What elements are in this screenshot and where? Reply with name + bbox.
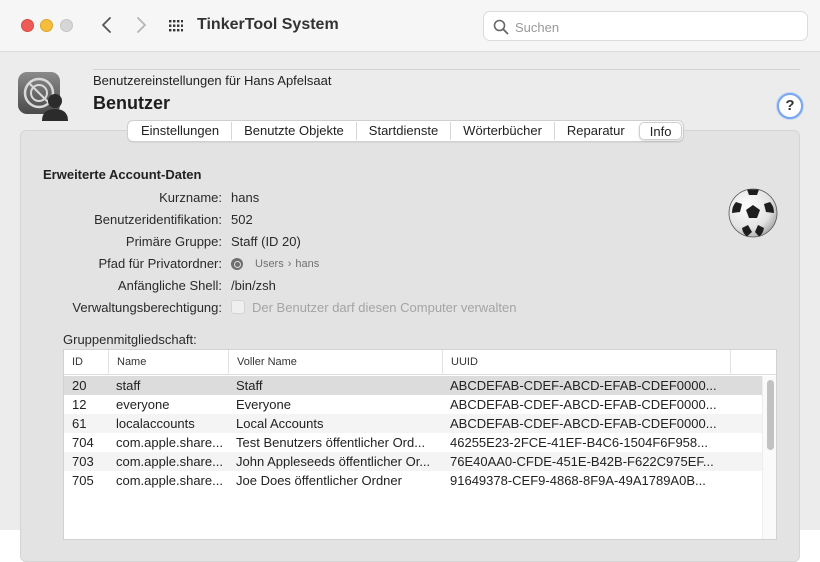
soccer-ball-icon bbox=[728, 188, 778, 238]
path-component-users[interactable]: Users bbox=[255, 258, 284, 270]
cell-id: 12 bbox=[72, 397, 87, 412]
table-row[interactable]: 703 com.apple.share... John Appleseeds ö… bbox=[64, 452, 764, 471]
column-header-full-name[interactable]: Voller Name bbox=[228, 350, 442, 375]
primary-group-value: Staff (ID 20) bbox=[231, 234, 301, 249]
table-scrollbar[interactable] bbox=[762, 376, 776, 539]
table-body: 20 staff Staff ABCDEFAB-CDEF-ABCD-EFAB-C… bbox=[64, 376, 764, 490]
search-input[interactable] bbox=[515, 18, 795, 36]
header-divider bbox=[93, 69, 800, 70]
table-header: ID Name Voller Name UUID bbox=[64, 350, 776, 375]
user-id-value: 502 bbox=[231, 212, 253, 227]
tab-startdienste[interactable]: Startdienste bbox=[357, 122, 452, 140]
group-membership-label: Gruppenmitgliedschaft: bbox=[63, 332, 197, 347]
cell-name: staff bbox=[116, 378, 141, 393]
cell-name: localaccounts bbox=[116, 416, 195, 431]
cell-uuid: ABCDEFAB-CDEF-ABCD-EFAB-CDEF0000... bbox=[450, 378, 717, 393]
forward-chevron-icon[interactable] bbox=[130, 14, 152, 36]
admin-label: Verwaltungsberechtigung: bbox=[72, 300, 222, 315]
table-row[interactable]: 20 staff Staff ABCDEFAB-CDEF-ABCD-EFAB-C… bbox=[64, 376, 764, 395]
path-component-hans[interactable]: hans bbox=[295, 258, 319, 270]
home-path-control[interactable]: Users › hans bbox=[231, 258, 319, 270]
disk-icon bbox=[231, 258, 243, 270]
tab-woerterbuecher[interactable]: Wörterbücher bbox=[451, 122, 555, 140]
admin-checkbox-label: Der Benutzer darf diesen Computer verwal… bbox=[252, 300, 517, 315]
table-row[interactable]: 12 everyone Everyone ABCDEFAB-CDEF-ABCD-… bbox=[64, 395, 764, 414]
cell-uuid: 76E40AA0-CFDE-451E-B42B-F622C975EF... bbox=[450, 454, 714, 469]
tab-benutzte-objekte[interactable]: Benutzte Objekte bbox=[232, 122, 357, 140]
cell-full-name: Test Benutzers öffentlicher Ord... bbox=[236, 435, 426, 450]
content-area: Benutzereinstellungen für Hans Apfelsaat… bbox=[0, 53, 820, 562]
minimize-window-button[interactable] bbox=[40, 19, 53, 32]
column-header-empty bbox=[730, 350, 776, 375]
tab-bar: Einstellungen Benutzte Objekte Startdien… bbox=[127, 120, 685, 142]
user-settings-subtitle: Benutzereinstellungen für Hans Apfelsaat bbox=[93, 73, 332, 88]
shell-value: /bin/zsh bbox=[231, 278, 276, 293]
table-row[interactable]: 704 com.apple.share... Test Benutzers öf… bbox=[64, 433, 764, 452]
cell-id: 705 bbox=[72, 473, 94, 488]
primary-group-label: Primäre Gruppe: bbox=[125, 234, 222, 249]
shell-label: Anfängliche Shell: bbox=[117, 278, 222, 293]
table-row[interactable]: 705 com.apple.share... Joe Does öffentli… bbox=[64, 471, 764, 490]
user-accounts-icon bbox=[18, 72, 68, 121]
cell-id: 704 bbox=[72, 435, 94, 450]
search-icon bbox=[493, 19, 509, 35]
user-id-label: Benutzeridentifikation: bbox=[94, 212, 222, 227]
app-grid-icon[interactable] bbox=[169, 20, 183, 32]
cell-full-name: Local Accounts bbox=[236, 416, 324, 431]
cell-id: 20 bbox=[72, 378, 87, 393]
cell-name: everyone bbox=[116, 397, 170, 412]
app-window: TinkerTool System Benutzereinstell bbox=[0, 0, 820, 562]
tab-reparatur[interactable]: Reparatur bbox=[555, 122, 637, 140]
cell-uuid: ABCDEFAB-CDEF-ABCD-EFAB-CDEF0000... bbox=[450, 416, 717, 431]
account-data-heading: Erweiterte Account-Daten bbox=[43, 167, 202, 182]
home-path-label: Pfad für Privatordner: bbox=[98, 256, 222, 271]
search-field[interactable] bbox=[483, 11, 808, 41]
app-title: TinkerTool System bbox=[197, 16, 339, 33]
table-row[interactable]: 61 localaccounts Local Accounts ABCDEFAB… bbox=[64, 414, 764, 433]
zoom-window-button[interactable] bbox=[60, 19, 73, 32]
cell-full-name: Everyone bbox=[236, 397, 291, 412]
scrollbar-thumb[interactable] bbox=[767, 380, 774, 450]
column-header-name[interactable]: Name bbox=[108, 350, 228, 375]
page-title: Benutzer bbox=[93, 93, 171, 113]
cell-uuid: 46255E23-2FCE-41EF-B4C6-1504F6F958... bbox=[450, 435, 708, 450]
cell-id: 703 bbox=[72, 454, 94, 469]
cell-id: 61 bbox=[72, 416, 87, 431]
cell-name: com.apple.share... bbox=[116, 435, 223, 450]
back-chevron-icon[interactable] bbox=[96, 14, 118, 36]
cell-full-name: John Appleseeds öffentlicher Or... bbox=[236, 454, 431, 469]
admin-checkbox[interactable] bbox=[231, 300, 245, 314]
column-header-id[interactable]: ID bbox=[64, 350, 108, 375]
short-name-label: Kurzname: bbox=[159, 190, 222, 205]
group-membership-table: ID Name Voller Name UUID 20 staff Staff … bbox=[63, 349, 777, 540]
tab-einstellungen[interactable]: Einstellungen bbox=[129, 122, 233, 140]
short-name-value: hans bbox=[231, 190, 260, 205]
close-window-button[interactable] bbox=[21, 19, 34, 32]
tab-info[interactable]: Info bbox=[638, 122, 683, 140]
cell-uuid: 91649378-CEF9-4868-8F9A-49A1789A0B... bbox=[450, 473, 706, 488]
path-separator: › bbox=[287, 258, 292, 270]
cell-name: com.apple.share... bbox=[116, 473, 223, 488]
help-button[interactable]: ? bbox=[777, 93, 803, 119]
toolbar: TinkerTool System bbox=[0, 0, 820, 52]
cell-uuid: ABCDEFAB-CDEF-ABCD-EFAB-CDEF0000... bbox=[450, 397, 717, 412]
cell-full-name: Staff bbox=[236, 378, 263, 393]
cell-full-name: Joe Does öffentlicher Ordner bbox=[236, 473, 402, 488]
column-header-uuid[interactable]: UUID bbox=[442, 350, 730, 375]
cell-name: com.apple.share... bbox=[116, 454, 223, 469]
